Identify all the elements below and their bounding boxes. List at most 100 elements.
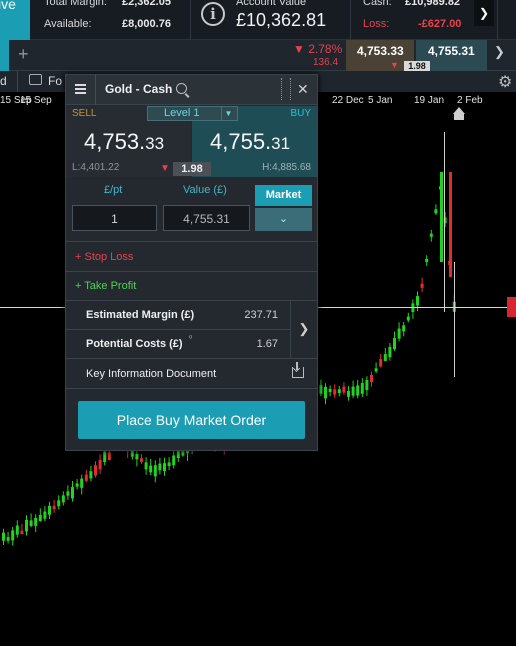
date-axis-label: 2 Feb — [457, 95, 483, 106]
units-label: £/pt — [104, 184, 123, 196]
candle — [440, 172, 443, 262]
potential-costs-label: Potential Costs (£) — [86, 338, 183, 350]
loss-value: -£627.00 — [418, 18, 462, 30]
total-margin-label: Total Margin: — [44, 0, 107, 8]
quote-buy-price: 4,755.31 — [428, 44, 475, 58]
candle — [84, 474, 88, 481]
account-value: £10,362.81 — [236, 10, 327, 30]
candle — [172, 455, 176, 466]
take-profit-label: + Take Profit — [75, 280, 137, 292]
candle — [66, 491, 70, 496]
stake-input[interactable]: 1 — [72, 205, 157, 231]
candle — [15, 525, 19, 535]
value-input[interactable]: 4,755.31 — [163, 205, 250, 231]
candle — [444, 132, 445, 312]
candle — [337, 389, 341, 394]
quote-sell-price: 4,753.33 — [357, 44, 404, 58]
cash-label: Cash: — [363, 0, 392, 8]
date-axis-label: 19 Jan — [414, 95, 445, 106]
candle — [52, 505, 56, 510]
candle — [2, 532, 5, 541]
divider — [190, 0, 191, 40]
divider — [350, 0, 351, 40]
stop-loss-toggle[interactable]: + Stop Loss — [66, 243, 317, 272]
candle — [135, 453, 139, 460]
chevron-right-icon[interactable]: ❯ — [474, 0, 494, 26]
candle — [393, 338, 396, 350]
candle — [319, 385, 323, 394]
chevron-right-icon[interactable]: ❯ — [290, 301, 317, 359]
close-icon[interactable]: ✕ — [297, 81, 309, 98]
candle — [6, 537, 10, 541]
current-price-marker — [507, 297, 516, 317]
price-level-select[interactable]: Level 1 ▼ — [147, 106, 238, 121]
candle — [388, 346, 392, 358]
candle — [434, 209, 438, 214]
candle — [351, 386, 355, 396]
buy-price: 4,755.31 — [210, 129, 291, 154]
candle — [375, 362, 377, 374]
live-account-tab[interactable]: ive — [0, 0, 30, 40]
tab-fragment[interactable]: d — [0, 74, 7, 88]
loss-label: Loss: — [363, 18, 390, 30]
menu-icon[interactable] — [75, 84, 86, 94]
daily-low: L:4,401.22 — [72, 162, 120, 173]
sell-label: SELL — [72, 108, 97, 119]
ticket-title: Gold - Cash — [105, 82, 173, 96]
chevron-down-icon[interactable]: ⌄ — [255, 208, 312, 231]
available-label: Available: — [44, 18, 92, 30]
candle — [406, 316, 410, 321]
cash-value: £10,989.82 — [405, 0, 461, 8]
chat-icon[interactable] — [29, 74, 42, 85]
candle — [342, 386, 346, 393]
ticket-header[interactable]: Gold - Cash ✕ — [66, 75, 317, 105]
candle — [144, 462, 148, 470]
info-dot-icon: ⁰ — [189, 334, 193, 343]
plus-icon[interactable]: + — [18, 44, 29, 65]
key-information-document-row[interactable]: Key Information Document — [66, 359, 317, 389]
candle — [153, 465, 157, 477]
divider — [17, 71, 18, 92]
chevron-right-icon[interactable]: ❯ — [494, 44, 505, 60]
download-icon[interactable] — [292, 362, 304, 378]
candle — [107, 452, 111, 461]
candle — [94, 465, 97, 476]
order-type-button[interactable]: Market — [255, 185, 312, 206]
candle — [402, 325, 406, 332]
down-arrow-icon: ▼ — [390, 60, 399, 70]
candle — [365, 380, 369, 391]
info-icon[interactable]: i — [201, 2, 225, 26]
candle — [80, 478, 84, 488]
candle — [429, 233, 433, 237]
date-axis-label: 22 Dec — [332, 95, 364, 106]
place-order-button[interactable]: Place Buy Market Order — [78, 401, 305, 439]
take-profit-toggle[interactable]: + Take Profit — [66, 272, 317, 301]
candle — [360, 383, 364, 394]
order-form: £/pt Value (£) 1 4,755.31 Market ⌄ — [66, 178, 317, 242]
candle — [71, 487, 74, 499]
crosshair-marker[interactable] — [453, 107, 465, 114]
daily-high: H:4,885.68 — [262, 162, 311, 173]
candle — [454, 262, 455, 377]
estimated-margin-value: 237.71 — [244, 309, 278, 321]
down-arrow-icon: ▼ — [160, 163, 170, 174]
candle — [57, 500, 61, 507]
quote-bar: + ▼ 2.78% 136.4 4,753.33 4,755.31 ▼ 1.98… — [0, 40, 516, 72]
deal-ticket: Gold - Cash ✕ SELL 4,753.33 L:4,401.22 B… — [65, 74, 318, 451]
candle — [11, 530, 15, 541]
buy-label: BUY — [290, 108, 311, 119]
candle — [149, 465, 153, 473]
tab-label[interactable]: Fo — [48, 74, 62, 88]
gear-icon[interactable]: ⚙ — [498, 72, 512, 92]
price-level-label: Level 1 — [164, 107, 200, 119]
candle — [383, 354, 387, 361]
available-value: £8,000.76 — [122, 18, 171, 30]
candle — [34, 517, 38, 526]
kid-label: Key Information Document — [86, 368, 217, 380]
search-icon[interactable] — [176, 83, 187, 94]
account-value-label: Account Value — [236, 0, 307, 8]
value-label: Value (£) — [183, 184, 227, 196]
candle — [370, 375, 373, 383]
drag-handle-icon[interactable] — [281, 78, 291, 100]
estimated-margin-label: Estimated Margin (£) — [86, 309, 195, 321]
